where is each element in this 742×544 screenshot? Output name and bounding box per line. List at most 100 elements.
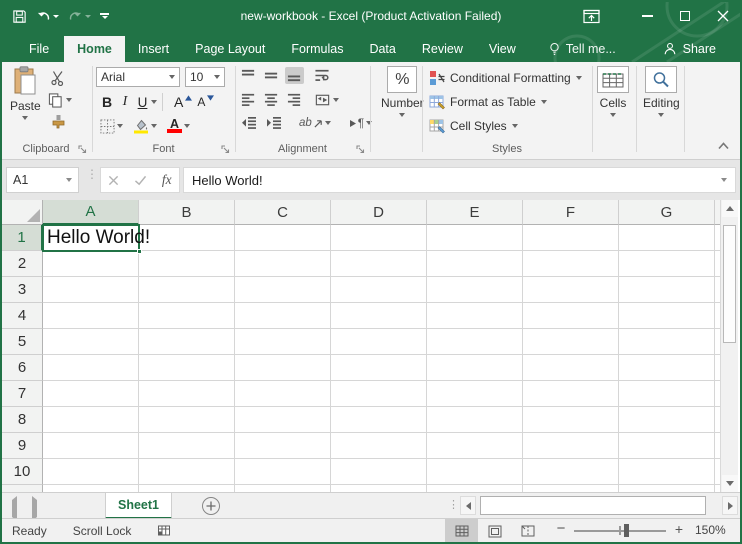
horizontal-scroll-thumb[interactable] <box>480 496 706 515</box>
insert-function-button[interactable]: fx <box>162 172 172 188</box>
row-header[interactable]: 10 <box>2 459 43 485</box>
tab-formulas[interactable]: Formulas <box>278 36 356 62</box>
row-header[interactable]: 3 <box>2 277 43 303</box>
vertical-scrollbar[interactable] <box>720 200 738 492</box>
zoom-level[interactable]: 150% <box>695 523 726 537</box>
redo-button[interactable] <box>68 9 91 23</box>
close-button[interactable] <box>704 0 742 32</box>
underline-dropdown-icon[interactable] <box>151 100 157 104</box>
name-box[interactable]: A1 <box>6 167 79 193</box>
tab-view[interactable]: View <box>476 36 529 62</box>
paste-dropdown-icon[interactable] <box>22 116 28 120</box>
decrease-indent-button[interactable] <box>239 115 259 131</box>
orientation-dropdown-icon[interactable] <box>325 121 331 125</box>
column-header-a[interactable]: A <box>43 200 139 225</box>
font-size-combo[interactable]: 10 <box>185 67 225 87</box>
borders-button[interactable] <box>98 118 125 135</box>
minimize-button[interactable] <box>628 0 666 32</box>
bottom-align-button[interactable] <box>285 67 304 84</box>
name-box-dropdown-icon[interactable] <box>66 178 72 182</box>
fill-color-dropdown-icon[interactable] <box>151 124 157 128</box>
wrap-text-button[interactable] <box>312 67 332 84</box>
column-header-g[interactable]: G <box>619 200 715 225</box>
row-header[interactable]: 11 <box>2 485 43 492</box>
zoom-in-button[interactable]: + <box>672 521 686 537</box>
copy-button[interactable] <box>48 92 72 108</box>
tab-page-layout[interactable]: Page Layout <box>182 36 278 62</box>
row-header[interactable]: 1 <box>2 225 43 251</box>
maximize-button[interactable] <box>666 0 704 32</box>
tell-me-box[interactable]: Tell me... <box>549 36 616 62</box>
row-header[interactable]: 9 <box>2 433 43 459</box>
tab-file[interactable]: File <box>14 36 64 62</box>
align-right-button[interactable] <box>285 91 304 108</box>
column-header-e[interactable]: E <box>427 200 523 225</box>
font-name-combo[interactable]: Arial <box>96 67 180 87</box>
zoom-slider-handle[interactable] <box>624 524 629 537</box>
center-button[interactable] <box>262 91 281 108</box>
font-color-dropdown-icon[interactable] <box>184 124 190 128</box>
font-dialog-launcher[interactable] <box>220 144 231 155</box>
expand-formula-bar-icon[interactable] <box>721 178 727 182</box>
scroll-down-button[interactable] <box>722 475 738 492</box>
increase-font-size-button[interactable]: A <box>172 93 194 111</box>
format-as-table-dropdown-icon[interactable] <box>541 100 547 104</box>
column-header-d[interactable]: D <box>331 200 427 225</box>
scroll-right-button[interactable] <box>722 496 738 515</box>
italic-button[interactable]: I <box>117 93 133 111</box>
font-color-button[interactable]: A <box>165 118 192 134</box>
share-button[interactable]: Share <box>663 36 716 62</box>
row-header[interactable]: 5 <box>2 329 43 355</box>
formula-bar-grip[interactable]: ⋮ <box>86 172 98 177</box>
customize-quick-access-toolbar-button[interactable] <box>100 13 109 19</box>
save-button[interactable] <box>12 9 27 24</box>
cell-styles-dropdown-icon[interactable] <box>512 124 518 128</box>
formula-input[interactable]: Hello World! <box>183 167 736 193</box>
tab-data[interactable]: Data <box>356 36 408 62</box>
tab-review[interactable]: Review <box>409 36 476 62</box>
merge-and-center-button[interactable] <box>312 92 341 108</box>
sheet-tab[interactable]: Sheet1 <box>105 493 172 519</box>
tab-insert[interactable]: Insert <box>125 36 182 62</box>
borders-dropdown-icon[interactable] <box>117 124 123 128</box>
number-format-button[interactable]: % Number <box>381 66 424 117</box>
copy-dropdown-icon[interactable] <box>66 98 72 102</box>
paste-button[interactable]: Paste <box>10 66 41 120</box>
next-sheet-button[interactable] <box>32 500 37 518</box>
column-header-f[interactable]: F <box>523 200 619 225</box>
orientation-button[interactable]: ab <box>297 116 333 130</box>
page-layout-view-button[interactable] <box>478 519 511 543</box>
row-header[interactable]: 7 <box>2 381 43 407</box>
number-dropdown-icon[interactable] <box>399 113 405 117</box>
underline-button[interactable]: U <box>134 94 159 111</box>
alignment-dialog-launcher[interactable] <box>355 144 366 155</box>
editing-dropdown-icon[interactable] <box>658 113 664 117</box>
cancel-icon[interactable] <box>108 175 119 186</box>
row-header[interactable]: 2 <box>2 251 43 277</box>
increase-indent-button[interactable] <box>264 115 284 131</box>
undo-button[interactable] <box>36 9 59 23</box>
row-header[interactable]: 6 <box>2 355 43 381</box>
decrease-font-size-button[interactable]: A <box>195 94 216 110</box>
undo-dropdown-icon[interactable] <box>53 15 59 18</box>
bold-button[interactable]: B <box>98 93 116 111</box>
column-header-c[interactable]: C <box>235 200 331 225</box>
conditional-formatting-button[interactable]: Conditional Formatting <box>426 67 585 88</box>
merge-dropdown-icon[interactable] <box>333 98 339 102</box>
row-header[interactable]: 8 <box>2 407 43 433</box>
clipboard-dialog-launcher[interactable] <box>77 144 88 155</box>
horizontal-scrollbar[interactable] <box>460 496 740 515</box>
ribbon-display-options-button[interactable] <box>572 0 610 32</box>
cut-button[interactable] <box>50 70 66 86</box>
conditional-formatting-dropdown-icon[interactable] <box>576 76 582 80</box>
enter-check-icon[interactable] <box>134 175 147 186</box>
row-header[interactable]: 4 <box>2 303 43 329</box>
column-header-b[interactable]: B <box>139 200 235 225</box>
scroll-left-button[interactable] <box>460 496 476 515</box>
tab-home[interactable]: Home <box>64 36 125 62</box>
macro-record-button[interactable] <box>157 524 171 537</box>
redo-dropdown-icon[interactable] <box>85 15 91 18</box>
editing-button[interactable]: Editing <box>643 66 680 117</box>
cell-styles-button[interactable]: Cell Styles <box>426 115 521 136</box>
cells-dropdown-icon[interactable] <box>610 113 616 117</box>
